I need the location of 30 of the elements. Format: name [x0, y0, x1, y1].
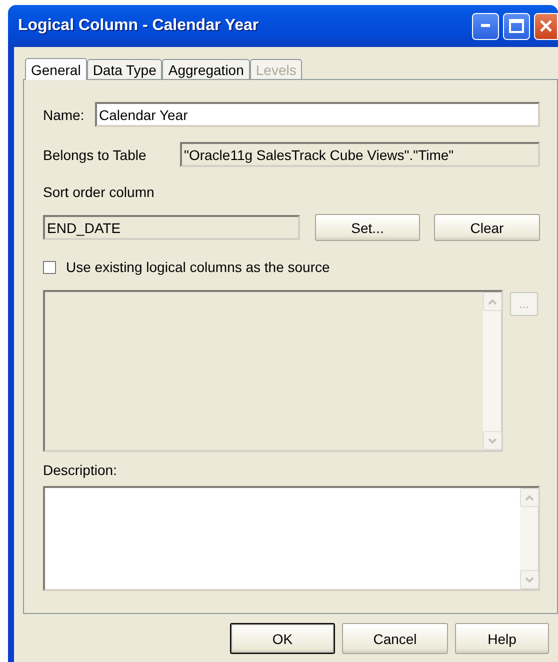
checkbox-label: Use existing logical columns as the source: [66, 259, 330, 275]
close-button[interactable]: [534, 12, 558, 40]
scroll-up-icon[interactable]: [525, 494, 534, 500]
checkbox[interactable]: [43, 260, 56, 274]
field-label: Name:: [43, 106, 86, 122]
field-label: Sort order column: [43, 184, 154, 200]
scroll-bar[interactable]: [520, 488, 538, 589]
scroll-down-icon[interactable]: [525, 576, 534, 582]
close-icon: [539, 19, 553, 33]
field-label: Belongs to Table: [43, 146, 148, 162]
help-button[interactable]: Help: [455, 623, 549, 654]
window-title: Logical Column - Calendar Year: [18, 17, 260, 35]
field-label: Description:: [43, 462, 117, 478]
set-button[interactable]: Set...: [315, 214, 420, 241]
tab[interactable]: General: [25, 58, 87, 80]
minimize-icon: [481, 24, 490, 28]
maximize-button[interactable]: [503, 12, 530, 40]
name-field[interactable]: Calendar Year: [95, 102, 540, 127]
scroll-down-icon[interactable]: [488, 438, 497, 444]
scroll-up-icon[interactable]: [488, 298, 497, 304]
tab[interactable]: Data Type: [86, 59, 162, 79]
maximize-icon: [509, 19, 524, 33]
cancel-button[interactable]: Cancel: [342, 623, 448, 654]
table-field[interactable]: "Oracle11g SalesTrack Cube Views"."Time": [180, 142, 540, 167]
ok-button[interactable]: OK: [230, 623, 335, 654]
clear-button[interactable]: Clear: [434, 214, 540, 241]
sort-column-field[interactable]: END_DATE: [43, 215, 300, 240]
minimize-button[interactable]: [472, 12, 499, 40]
tab[interactable]: Aggregation: [162, 59, 250, 79]
description-field[interactable]: [43, 486, 540, 591]
